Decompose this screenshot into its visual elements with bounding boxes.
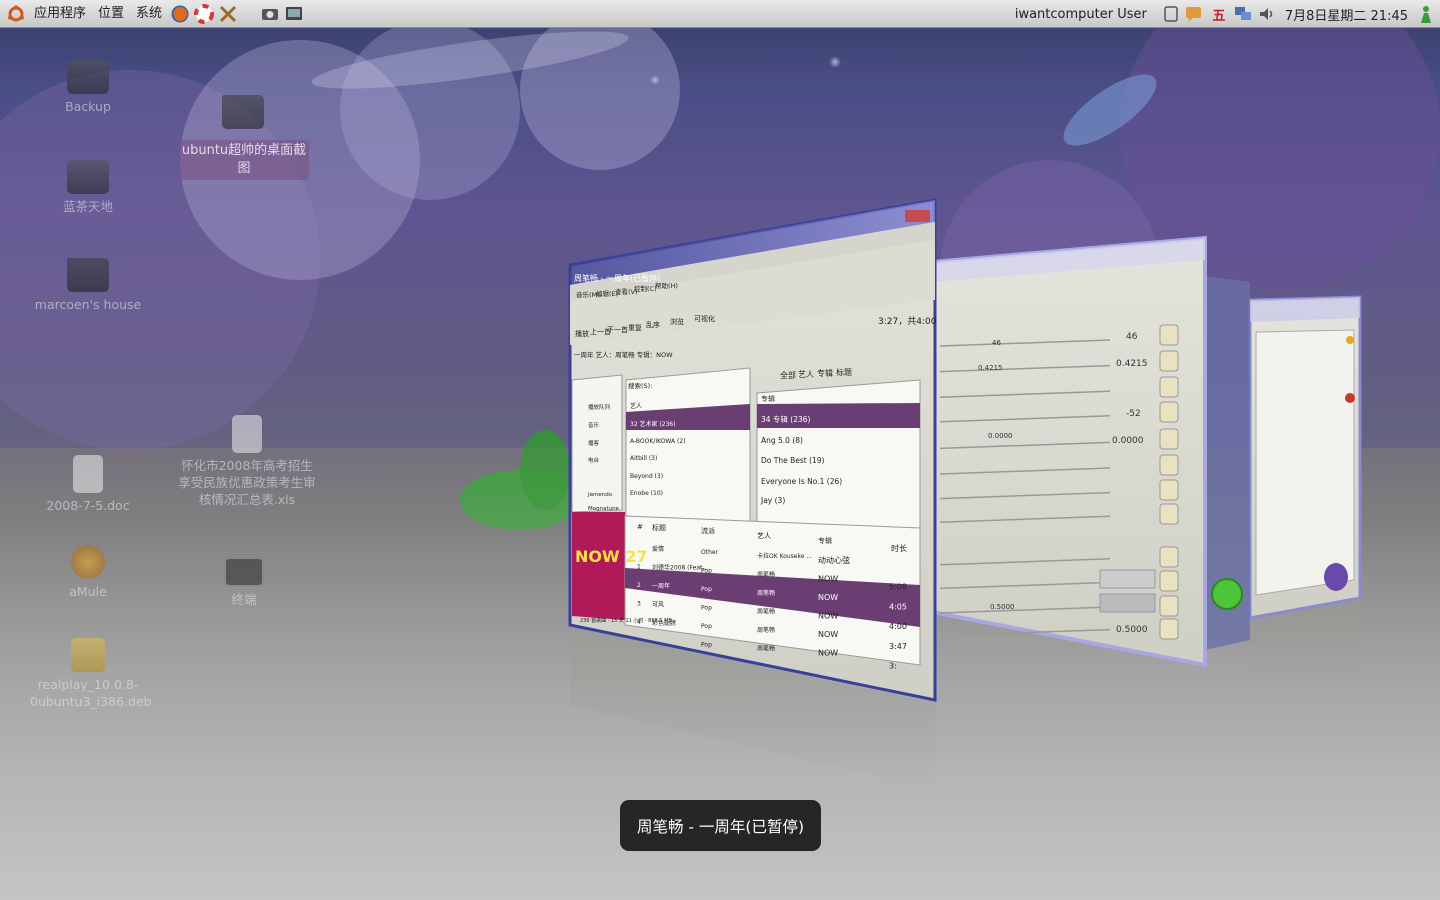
- desktop-icon-home[interactable]: marcoen's house: [30, 258, 146, 313]
- input-method-indicator[interactable]: 五: [1209, 4, 1229, 24]
- camera-icon[interactable]: [260, 4, 280, 24]
- ubuntu-logo-icon[interactable]: [6, 4, 26, 24]
- folder-icon: [67, 258, 109, 292]
- spreadsheet-icon: [232, 415, 262, 453]
- applications-menu[interactable]: 应用程序: [28, 0, 92, 28]
- drive-icon: [67, 60, 109, 94]
- desktop-icon-label: 终端: [231, 592, 257, 607]
- tools-icon[interactable]: [218, 4, 238, 24]
- desktop-icon-label: 蓝茶天地: [62, 199, 113, 214]
- terminal-icon: [224, 557, 264, 587]
- desktop-icon-deb[interactable]: realplay_10.0.8-0ubuntu3_i386.deb: [30, 638, 152, 710]
- screen-icon[interactable]: [284, 4, 304, 24]
- volume-icon[interactable]: [1257, 4, 1277, 24]
- places-menu[interactable]: 位置: [92, 0, 130, 28]
- keyboard-icon[interactable]: [1161, 4, 1181, 24]
- desktop-icon-label: aMule: [69, 584, 107, 599]
- desktop-icon-amule[interactable]: aMule: [30, 545, 146, 600]
- desktop-icon-label: Backup: [65, 99, 111, 114]
- amule-icon: [71, 545, 105, 579]
- document-icon: [73, 455, 103, 493]
- network-icon[interactable]: [1233, 4, 1253, 24]
- desktop-icon-lancha[interactable]: 蓝茶天地: [30, 160, 146, 215]
- panel-right: iwantcomputer User 五 7月8日星期二 21:45: [1003, 0, 1440, 28]
- user-name[interactable]: iwantcomputer User: [1003, 7, 1159, 22]
- logout-icon[interactable]: [1416, 4, 1436, 24]
- desktop-icon-label: 2008-7-5.doc: [46, 498, 130, 513]
- help-icon[interactable]: [194, 3, 215, 24]
- desktop-icon-xls[interactable]: 怀化市2008年高考招生享受民族优惠政策考生审核情况汇总表.xls: [175, 415, 319, 508]
- desktop-icon-screenshots[interactable]: [185, 95, 301, 133]
- package-icon: [71, 638, 105, 672]
- desktop-icon-doc[interactable]: 2008-7-5.doc: [30, 455, 146, 514]
- drive-icon: [67, 160, 109, 194]
- window-switcher-label: 周笔畅 - 一周年(已暂停): [620, 800, 821, 851]
- desktop-icon-terminal[interactable]: 终端: [186, 557, 302, 608]
- clock[interactable]: 7月8日星期二 21:45: [1279, 5, 1414, 24]
- folder-icon: [222, 95, 264, 129]
- desktop-icon-label-selected[interactable]: ubuntu超帅的桌面截图: [179, 140, 309, 180]
- firefox-icon[interactable]: [170, 4, 190, 24]
- chat-icon[interactable]: [1185, 4, 1205, 24]
- desktop-icon-label: 怀化市2008年高考招生享受民族优惠政策考生审核情况汇总表.xls: [178, 458, 316, 507]
- switcher-window-title: 周笔畅 - 一周年(已暂停): [636, 817, 805, 836]
- top-panel: 应用程序 位置 系统 iwantcomputer User 五 7月8日星期二 …: [0, 0, 1440, 28]
- system-menu[interactable]: 系统: [130, 0, 168, 28]
- desktop-icon-label: marcoen's house: [34, 297, 142, 312]
- desktop-icon-label: realplay_10.0.8-0ubuntu3_i386.deb: [30, 677, 152, 709]
- desktop-icon-backup[interactable]: Backup: [30, 60, 146, 115]
